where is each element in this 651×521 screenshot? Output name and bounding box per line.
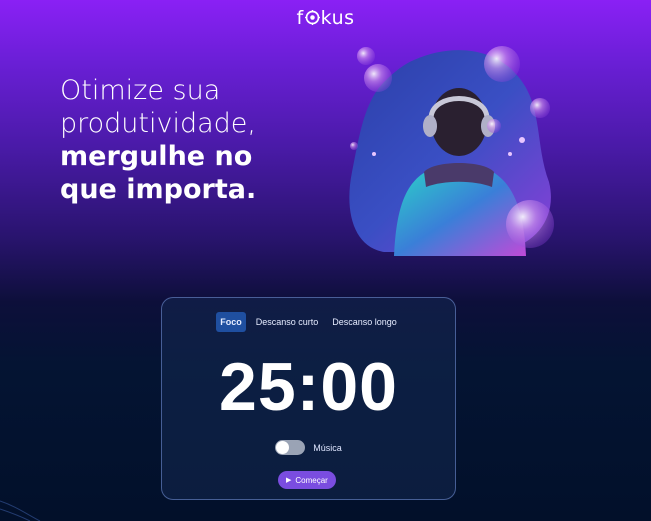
- headline-line-4: que importa.: [60, 174, 257, 205]
- tab-descanso-longo[interactable]: Descanso longo: [328, 312, 401, 332]
- logo-letters-kus: kus: [320, 6, 355, 29]
- tab-descanso-curto[interactable]: Descanso curto: [252, 312, 323, 332]
- logo-letter-f: f: [296, 6, 304, 29]
- logo-o-icon: [304, 10, 320, 25]
- start-button[interactable]: ▶ Começar: [278, 471, 336, 489]
- headline-line-1: Otimize sua: [60, 75, 221, 106]
- corner-wave-decoration: [0, 500, 41, 521]
- start-button-label: Começar: [295, 475, 328, 485]
- timer-card: Foco Descanso curto Descanso longo 25:00…: [161, 297, 456, 500]
- mode-tabs: Foco Descanso curto Descanso longo: [162, 312, 455, 332]
- toggle-knob: [276, 441, 290, 454]
- music-row: Música: [162, 440, 455, 455]
- headline: Otimize sua produtividade, mergulhe no q…: [60, 74, 256, 206]
- headline-line-3: mergulhe no: [60, 141, 253, 172]
- play-icon: ▶: [286, 477, 292, 484]
- timer-display: 25:00: [219, 349, 398, 425]
- tab-foco[interactable]: Foco: [216, 312, 246, 332]
- music-toggle[interactable]: [275, 440, 306, 455]
- fokus-logo: f kus: [0, 6, 651, 29]
- music-label: Música: [313, 442, 342, 453]
- headline-line-2: produtividade,: [60, 108, 257, 139]
- hero-illustration: [349, 46, 554, 256]
